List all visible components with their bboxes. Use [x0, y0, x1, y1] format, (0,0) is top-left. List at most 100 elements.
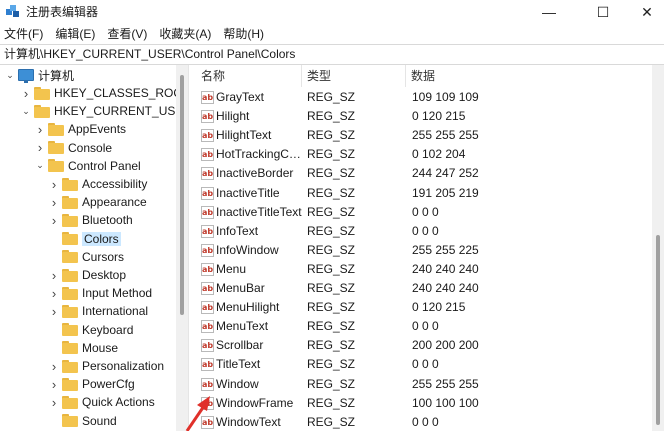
value-name: InfoText — [216, 223, 259, 238]
tree-item-label: Desktop — [82, 268, 127, 282]
tree-item[interactable]: ⌄ HKEY_CURRENT_USER — [20, 102, 188, 120]
tree-item[interactable]: › Accessibility — [48, 175, 148, 193]
address-bar[interactable]: 计算机\HKEY_CURRENT_USER\Control Panel\Colo… — [0, 44, 664, 65]
tree-item[interactable]: › Personalization — [48, 357, 164, 375]
table-row[interactable]: ab MenuBar REG_SZ 240 240 240 — [196, 279, 656, 298]
column-header-data[interactable]: 数据 — [406, 65, 664, 87]
table-row[interactable]: ab InfoText REG_SZ 0 0 0 — [196, 222, 656, 241]
table-row[interactable]: ab HotTrackingCo... REG_SZ 0 102 204 — [196, 145, 656, 164]
minimize-button[interactable]: — — [526, 0, 572, 24]
menu-bar: 文件(F) 编辑(E) 查看(V) 收藏夹(A) 帮助(H) — [0, 24, 664, 44]
chevron-down-icon[interactable]: ⌄ — [34, 157, 46, 175]
tree-item[interactable]: › Bluetooth — [48, 211, 133, 229]
chevron-right-icon[interactable]: › — [48, 211, 60, 229]
tree-item[interactable]: Sound — [48, 412, 117, 430]
string-value-icon: ab — [201, 91, 214, 104]
string-value-icon: ab — [201, 110, 214, 124]
chevron-right-icon[interactable]: › — [48, 266, 60, 284]
table-row[interactable]: ab MenuHilight REG_SZ 0 120 215 — [196, 298, 656, 317]
table-row[interactable]: ab HilightText REG_SZ 255 255 255 — [196, 126, 656, 145]
tree-item-label: International — [82, 304, 149, 319]
maximize-button[interactable]: ☐ — [580, 0, 626, 24]
table-row[interactable]: ab Window REG_SZ 255 255 255 — [196, 375, 656, 394]
computer-icon — [18, 69, 34, 83]
menu-favorites[interactable]: 收藏夹(A) — [153, 24, 217, 44]
menu-edit[interactable]: 编辑(E) — [49, 24, 101, 44]
folder-icon — [62, 195, 78, 209]
tree-item[interactable]: › PowerCfg — [48, 375, 135, 393]
menu-help[interactable]: 帮助(H) — [217, 24, 270, 44]
menu-file[interactable]: 文件(F) — [0, 24, 49, 44]
table-row[interactable]: ab TitleText REG_SZ 0 0 0 — [196, 355, 656, 374]
menu-view[interactable]: 查看(V) — [101, 24, 153, 44]
tree-item[interactable]: Keyboard — [48, 321, 133, 339]
tree-item[interactable]: › Input Method — [48, 284, 152, 302]
chevron-right-icon[interactable]: › — [48, 375, 60, 393]
chevron-right-icon[interactable]: › — [48, 193, 60, 211]
folder-icon — [62, 341, 78, 355]
value-type: REG_SZ — [307, 357, 356, 372]
string-value-icon: ab — [201, 186, 214, 200]
tree-item[interactable]: Mouse — [48, 339, 118, 357]
folder-icon — [48, 159, 64, 173]
table-row[interactable]: ab InfoWindow REG_SZ 255 255 225 — [196, 241, 656, 260]
table-row[interactable]: ab InactiveTitleText REG_SZ 0 0 0 — [196, 203, 656, 222]
chevron-down-icon[interactable]: ⌄ — [4, 66, 16, 84]
chevron-right-icon[interactable]: › — [34, 139, 46, 157]
tree-item[interactable]: › Appearance — [48, 193, 147, 211]
tree-item[interactable]: › Desktop — [48, 266, 126, 284]
tree-item[interactable]: › Quick Actions — [48, 393, 155, 411]
column-header-type[interactable]: 类型 — [302, 65, 406, 87]
tree-item[interactable]: Colors — [48, 230, 121, 248]
folder-icon — [62, 323, 78, 337]
tree-item-label: 计算机 — [38, 68, 75, 83]
table-row[interactable]: ab InactiveBorder REG_SZ 244 247 252 — [196, 164, 656, 183]
chevron-right-icon[interactable]: › — [48, 302, 60, 320]
table-row[interactable]: ab MenuText REG_SZ 0 0 0 — [196, 317, 656, 336]
tree-item-label: Personalization — [82, 359, 165, 373]
table-row[interactable]: ab InactiveTitle REG_SZ 191 205 219 — [196, 184, 656, 203]
value-type: REG_SZ — [307, 147, 356, 162]
tree-item[interactable]: › AppEvents — [34, 120, 126, 138]
title-bar: 注册表编辑器 — ☐ ✕ — [0, 0, 664, 24]
tree-item[interactable]: ⌄ Control Panel — [34, 157, 141, 175]
chevron-right-icon[interactable]: › — [48, 175, 60, 193]
tree-item[interactable]: Cursors — [48, 248, 124, 266]
tree-item-label: Bluetooth — [82, 213, 133, 228]
pane-splitter[interactable] — [188, 65, 196, 431]
value-type: REG_SZ — [307, 128, 356, 143]
tree-item[interactable]: › HKEY_CLASSES_ROOT — [20, 84, 188, 102]
list-scrollbar-thumb[interactable] — [656, 235, 660, 425]
chevron-right-icon[interactable]: › — [48, 284, 60, 302]
chevron-down-icon[interactable]: ⌄ — [20, 102, 32, 120]
close-button[interactable]: ✕ — [624, 0, 664, 24]
list-scrollbar[interactable] — [652, 65, 664, 431]
column-header-name[interactable]: 名称 — [196, 65, 302, 87]
tree-scrollbar-thumb[interactable] — [180, 75, 184, 315]
tree-item-computer[interactable]: ⌄ 计算机 — [4, 66, 74, 84]
chevron-right-icon[interactable]: › — [48, 393, 60, 411]
table-row[interactable]: ab WindowText REG_SZ 0 0 0 — [196, 413, 656, 431]
tree-item-label: Keyboard — [82, 322, 134, 337]
table-row[interactable]: ab Hilight REG_SZ 0 120 215 — [196, 107, 656, 126]
chevron-right-icon[interactable]: › — [20, 84, 32, 102]
tree-item-label: AppEvents — [68, 122, 127, 137]
table-row[interactable]: ab WindowFrame REG_SZ 100 100 100 — [196, 394, 656, 413]
value-name: InactiveTitle — [216, 185, 280, 200]
tree-item[interactable]: › International — [48, 302, 148, 320]
value-type: REG_SZ — [307, 395, 356, 410]
chevron-right-icon[interactable]: › — [48, 357, 60, 375]
table-row[interactable]: ab GrayText REG_SZ 109 109 109 — [196, 88, 656, 107]
value-type: REG_SZ — [307, 281, 356, 295]
string-value-icon: ab — [201, 301, 214, 315]
table-row[interactable]: ab Scrollbar REG_SZ 200 200 200 — [196, 336, 656, 355]
table-row[interactable]: ab Menu REG_SZ 240 240 240 — [196, 260, 656, 279]
value-name: HotTrackingCo... — [216, 147, 302, 162]
tree-item[interactable]: › Console — [34, 139, 112, 157]
value-data: 191 205 219 — [412, 185, 479, 200]
chevron-right-icon[interactable]: › — [34, 120, 46, 138]
string-value-icon: ab — [201, 377, 214, 391]
folder-icon — [62, 250, 78, 264]
tree-scrollbar[interactable] — [176, 65, 188, 431]
